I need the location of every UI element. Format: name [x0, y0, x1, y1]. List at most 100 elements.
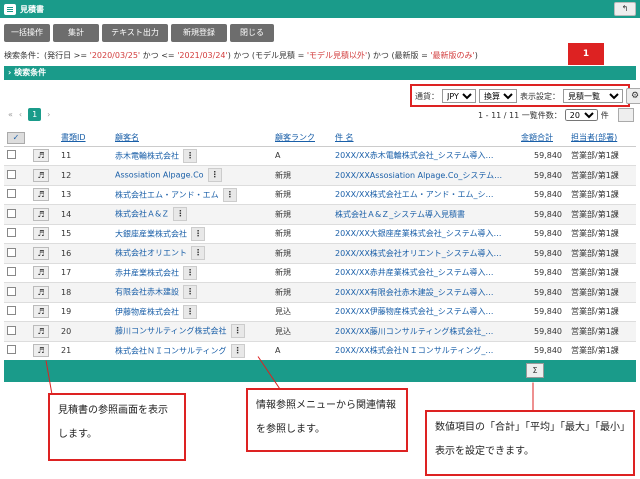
amount: 59,840 [518, 302, 568, 322]
more-menu-icon[interactable]: ⋮ [230, 324, 245, 339]
row-checkbox[interactable] [7, 286, 16, 296]
reference-icon[interactable]: ♬ [33, 324, 49, 338]
subject-link[interactable]: 20XX/XX株式会社オリエント_システム導入… [335, 249, 502, 258]
amount: 59,840 [518, 165, 568, 186]
subject-link[interactable]: 20XX/XX大銀座産業株式会社_システム導入… [335, 229, 502, 238]
subject-link[interactable]: 20XX/XX株式会社ＮＩコンサルティング_… [335, 346, 493, 355]
row-checkbox[interactable] [7, 325, 16, 335]
per-page-select[interactable]: 20 [564, 109, 598, 121]
col-doc-id[interactable]: 書類ID [58, 130, 112, 147]
more-menu-icon[interactable]: ⋮ [230, 343, 245, 358]
row-checkbox[interactable] [7, 208, 16, 218]
sum-icon[interactable]: Σ [526, 363, 544, 378]
doc-id: 20 [58, 321, 112, 342]
customer-link[interactable]: 株式会社Ａ&Ｚ [115, 210, 169, 219]
reference-icon[interactable]: ♬ [33, 149, 49, 163]
subject-link[interactable]: 20XX/XX株式会社エム・アンド・エム_シ… [335, 190, 493, 199]
customer-link[interactable]: 株式会社オリエント [115, 249, 187, 258]
table-row: ♬ 12 Assosiation Alpage.Co ⋮ 新規 20XX/XXAssosi… [4, 165, 636, 186]
subject-link[interactable]: 20XX/XX有限会社赤木建設_システム導入… [335, 288, 494, 297]
more-menu-icon[interactable]: ⋮ [183, 265, 197, 280]
subject-link[interactable]: 20XX/XX伊藤物産株式会社_システム導入… [335, 307, 494, 316]
row-checkbox[interactable] [7, 150, 16, 160]
rank: 新規 [272, 165, 332, 186]
more-menu-icon[interactable]: ⋮ [183, 285, 197, 300]
subject-link[interactable]: 20XX/XX赤井産業株式会社_システム導入… [335, 268, 494, 277]
more-menu-icon[interactable]: ⋮ [207, 168, 222, 183]
select-all-checkbox[interactable]: ✓ [7, 131, 25, 144]
reference-icon[interactable]: ♬ [33, 285, 49, 299]
row-checkbox[interactable] [7, 247, 16, 257]
display-setting-select[interactable]: 見積一覧 [563, 89, 623, 103]
col-amount[interactable]: 金額合計 [518, 130, 568, 147]
subject-link[interactable]: 20XX/XX藤川コンサルティング株式会社_… [335, 327, 493, 336]
convert-select[interactable]: 換算 [479, 89, 517, 103]
more-menu-icon[interactable]: ⋮ [191, 226, 205, 241]
aggregate-button[interactable]: 集計 [53, 24, 99, 42]
customer-link[interactable]: 伊藤物産株式会社 [115, 307, 179, 316]
subject-link[interactable]: 株式会社Ａ&Ｚ_システム導入見積書 [335, 210, 465, 219]
more-menu-icon[interactable]: ⋮ [222, 187, 237, 202]
subject-link[interactable]: 20XX/XX赤木電輪株式会社_システム導入… [335, 151, 494, 160]
close-button[interactable]: 閉じる [230, 24, 274, 42]
col-staff[interactable]: 担当者(部署) [568, 130, 636, 147]
reference-icon[interactable]: ♬ [33, 207, 49, 221]
new-record-button[interactable]: 新規登録 [171, 24, 227, 42]
row-checkbox[interactable] [7, 306, 16, 316]
reference-icon[interactable]: ♬ [33, 227, 49, 241]
subject-link[interactable]: 20XX/XXAssosiation Alpage.Co_システム… [335, 171, 502, 180]
amount: 59,840 [518, 146, 568, 166]
customer-link[interactable]: 赤木電輪株式会社 [115, 151, 179, 160]
staff: 営業部/第1課 [568, 243, 636, 264]
more-menu-icon[interactable]: ⋮ [191, 246, 205, 261]
staff: 営業部/第1課 [568, 302, 636, 322]
row-checkbox[interactable] [7, 169, 16, 179]
customer-link[interactable]: 株式会社エム・アンド・エム [115, 190, 219, 199]
table-row: ♬ 19 伊藤物産株式会社 ⋮ 見込 20XX/XX伊藤物産株式会社_システム導入… 59,… [4, 302, 636, 322]
reference-icon[interactable]: ♬ [33, 246, 49, 260]
reference-icon[interactable]: ♬ [33, 344, 49, 358]
restore-icon[interactable]: ↰ [614, 2, 636, 16]
row-checkbox[interactable] [7, 345, 16, 355]
reference-icon[interactable]: ♬ [33, 305, 49, 319]
staff: 営業部/第1課 [568, 263, 636, 283]
doc-id: 12 [58, 165, 112, 186]
search-conditions-toggle[interactable]: › 検索条件 [4, 66, 636, 80]
next-page-icon[interactable]: › [47, 110, 50, 119]
table-row: ♬ 20 藤川コンサルティング株式会社 ⋮ 見込 20XX/XX藤川コンサルティング株式会… [4, 321, 636, 342]
col-rank[interactable]: 顧客ランク [272, 130, 332, 147]
more-menu-icon[interactable]: ⋮ [183, 148, 197, 163]
customer-link[interactable]: 有限会社赤木建設 [115, 288, 179, 297]
more-menu-icon[interactable]: ⋮ [173, 207, 188, 222]
amount: 59,840 [518, 282, 568, 303]
col-subject[interactable]: 件 名 [332, 130, 518, 147]
row-checkbox[interactable] [7, 189, 16, 199]
reference-icon[interactable]: ♬ [33, 168, 49, 182]
row-checkbox[interactable] [7, 228, 16, 238]
bulk-action-button[interactable]: 一括操作 [4, 24, 50, 42]
staff: 営業部/第1課 [568, 321, 636, 342]
reference-icon[interactable]: ♬ [33, 188, 49, 202]
gear-icon[interactable]: ⚙ [626, 88, 640, 104]
currency-select[interactable]: JPY [442, 89, 476, 103]
row-checkbox[interactable] [7, 267, 16, 277]
customer-link[interactable]: Assosiation Alpage.Co [115, 171, 204, 180]
grid-layout-icon[interactable] [617, 108, 634, 122]
prev-page-icon[interactable]: ‹ [19, 110, 22, 119]
staff: 営業部/第1課 [568, 224, 636, 244]
reference-icon[interactable]: ♬ [33, 266, 49, 280]
customer-link[interactable]: 藤川コンサルティング株式会社 [115, 327, 227, 336]
doc-id: 15 [58, 224, 112, 244]
text-export-button[interactable]: テキスト出力 [102, 24, 168, 42]
current-page[interactable]: 1 [28, 108, 42, 121]
customer-link[interactable]: 株式会社ＮＩコンサルティング [115, 346, 227, 355]
first-page-icon[interactable]: « [8, 110, 13, 119]
customer-link[interactable]: 大銀座産業株式会社 [115, 229, 187, 238]
staff: 営業部/第1課 [568, 165, 636, 186]
table-row: ♬ 17 赤井産業株式会社 ⋮ 新規 20XX/XX赤井産業株式会社_システム導入… 59,… [4, 263, 636, 283]
more-menu-icon[interactable]: ⋮ [183, 304, 197, 319]
callout-info-menu: 情報参照メニューから関連情報を参照します。 [246, 388, 408, 452]
customer-link[interactable]: 赤井産業株式会社 [115, 268, 179, 277]
display-settings: 通貨： JPY 換算 表示設定： 見積一覧 ⚙ [415, 88, 640, 104]
col-customer[interactable]: 顧客名 [112, 130, 272, 147]
